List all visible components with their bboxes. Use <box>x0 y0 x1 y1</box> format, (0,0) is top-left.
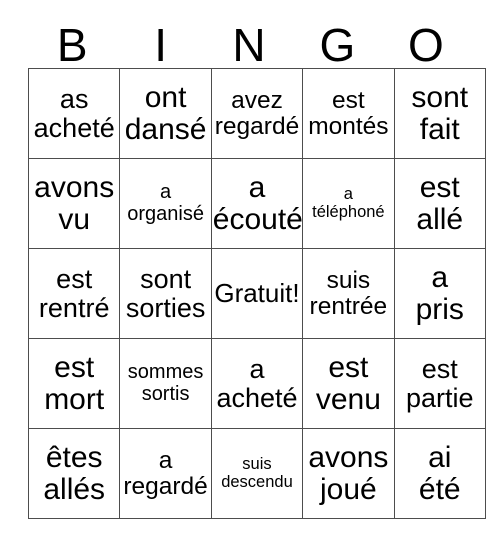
bingo-cell-text: sont fait <box>411 80 469 146</box>
bingo-cell[interactable]: a téléphoné <box>302 158 395 249</box>
bingo-cell-text: a téléphoné <box>312 185 385 221</box>
bingo-cell[interactable]: est allé <box>393 158 486 249</box>
bingo-row: as acheté ont dansé avez regardé est montés… <box>27 68 486 159</box>
bingo-header-letter-n: N <box>232 19 266 71</box>
bingo-cell[interactable]: avons joué <box>302 428 395 519</box>
bingo-cell[interactable]: a regardé <box>119 428 212 519</box>
bingo-cell-text: a organisé <box>127 181 204 225</box>
bingo-header-letter-i: I <box>154 19 167 71</box>
bingo-cell-text: avons joué <box>308 440 389 506</box>
bingo-cell[interactable]: avez regardé <box>210 68 304 159</box>
bingo-cell-text: a pris <box>415 260 464 326</box>
bingo-cell-text: est allé <box>416 170 464 236</box>
bingo-cell[interactable]: as acheté <box>27 68 121 159</box>
bingo-cell-text: avons vu <box>34 170 115 236</box>
bingo-row: êtes allés a regardé suis descendu avons jo… <box>27 428 486 519</box>
bingo-cell[interactable]: a acheté <box>210 338 304 429</box>
bingo-cell-text: est montés <box>308 86 389 140</box>
bingo-cell[interactable]: êtes allés <box>27 428 121 519</box>
bingo-cell-text: est rentré <box>38 263 110 323</box>
bingo-cell[interactable]: est partie <box>393 338 486 429</box>
bingo-cell[interactable]: sont sorties <box>119 248 212 339</box>
bingo-cell-text: sommes sortis <box>127 361 204 405</box>
bingo-cell-text: ai été <box>418 440 461 506</box>
bingo-cell-text: Gratuit! <box>214 277 300 308</box>
bingo-header-letter-g: G <box>319 19 356 71</box>
bingo-cell[interactable]: est mort <box>27 338 121 429</box>
bingo-cell-text: ont dansé <box>124 80 207 146</box>
bingo-cell-text: avez regardé <box>214 86 300 140</box>
bingo-cell-text: est venu <box>315 350 381 416</box>
bingo-card: B I N G O as acheté ont dansé avez regardé… <box>27 14 486 519</box>
bingo-cell-text: est mort <box>44 350 105 416</box>
bingo-cell[interactable]: sommes sortis <box>119 338 212 429</box>
bingo-row: est mort sommes sortis a acheté est venu est… <box>27 338 486 429</box>
bingo-cell-text: a regardé <box>123 446 208 500</box>
bingo-cell[interactable]: avons vu <box>27 158 121 249</box>
bingo-free-space-cell[interactable]: Gratuit! <box>210 248 304 339</box>
bingo-cell-text: sont sorties <box>125 263 206 323</box>
bingo-row: avons vu a organisé a écouté a téléphoné est… <box>27 158 486 249</box>
bingo-cell[interactable]: ai été <box>393 428 486 519</box>
bingo-cell-text: as acheté <box>33 83 115 143</box>
bingo-cell[interactable]: est rentré <box>27 248 121 339</box>
bingo-cell[interactable]: a organisé <box>119 158 212 249</box>
bingo-cell[interactable]: ont dansé <box>119 68 212 159</box>
bingo-header-row: B I N G O <box>28 14 470 68</box>
bingo-header-letter-o: O <box>407 19 444 71</box>
bingo-header-letter-b: B <box>56 19 88 71</box>
bingo-cell[interactable]: a pris <box>393 248 486 339</box>
bingo-cell-text: êtes allés <box>43 440 106 506</box>
bingo-cell-text: suis rentrée <box>309 266 388 320</box>
bingo-cell-text: a acheté <box>216 353 298 413</box>
bingo-cell[interactable]: est montés <box>302 68 395 159</box>
bingo-row: est rentré sont sorties Gratuit! suis rentr… <box>27 248 486 339</box>
bingo-cell-text: est partie <box>405 353 474 413</box>
bingo-cell[interactable]: est venu <box>302 338 395 429</box>
bingo-cell[interactable]: suis descendu <box>210 428 304 519</box>
bingo-cell[interactable]: suis rentrée <box>302 248 395 339</box>
bingo-cell[interactable]: a écouté <box>210 158 304 249</box>
bingo-cell-text: a écouté <box>212 170 303 236</box>
bingo-cell[interactable]: sont fait <box>393 68 486 159</box>
bingo-cell-text: suis descendu <box>221 455 293 491</box>
bingo-grid: as acheté ont dansé avez regardé est montés… <box>27 68 486 519</box>
